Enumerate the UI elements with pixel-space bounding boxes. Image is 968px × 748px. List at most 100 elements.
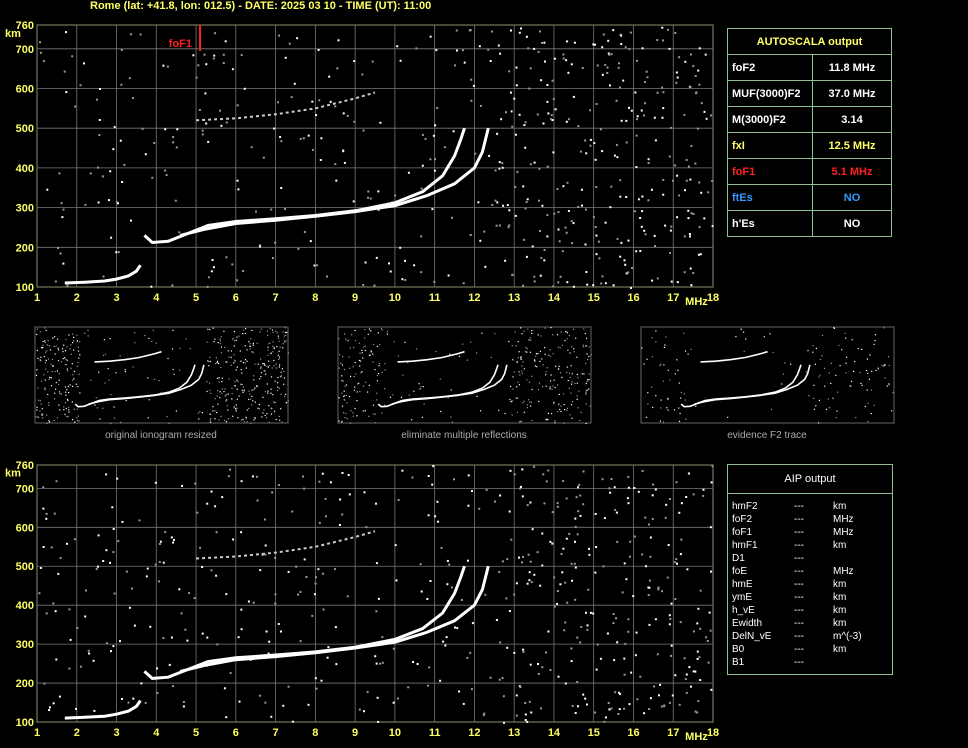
aip-value: --- [794, 592, 804, 603]
aip-unit: km [833, 605, 847, 616]
aip-label: h_vE [732, 605, 755, 616]
x-tick-label: 12 [468, 292, 480, 304]
y-tick-label: 500 [16, 561, 34, 573]
autoscala-label: foF1 [727, 158, 813, 185]
autoscala-label: foF2 [727, 54, 813, 81]
aip-unit: m^(-3) [833, 631, 862, 642]
aip-label: ymE [732, 592, 752, 603]
autoscala-value: 11.8 MHz [812, 54, 892, 81]
aip-label: B0 [732, 644, 745, 655]
aip-label: Ewidth [732, 618, 763, 629]
aip-label: hmF2 [732, 501, 758, 512]
x-tick-label: 14 [548, 727, 561, 739]
y-tick-label: 100 [16, 717, 34, 729]
y-tick-label: 400 [16, 600, 34, 612]
y-axis-label: km [5, 468, 21, 480]
aip-value: --- [794, 579, 804, 590]
x-tick-label: 4 [153, 727, 160, 739]
x-tick-label: 12 [468, 727, 480, 739]
y-tick-label: 100 [16, 282, 34, 294]
x-axis-label: MHz [685, 296, 708, 308]
x-tick-label: 7 [273, 727, 279, 739]
thumbnail-3 [640, 326, 895, 424]
aip-unit: km [833, 644, 847, 655]
autoscala-row: foF1 5.1 MHz [727, 158, 892, 185]
thumbnail-caption-eliminate: eliminate multiple reflections [401, 430, 527, 441]
x-tick-label: 3 [113, 727, 119, 739]
autoscala-value: 5.1 MHz [812, 158, 892, 185]
autoscala-value: 37.0 MHz [812, 80, 892, 107]
autoscala-value: NO [812, 184, 892, 211]
aip-label: foF2 [732, 514, 753, 525]
y-tick-label: 300 [16, 203, 34, 215]
y-tick-label: 700 [16, 483, 34, 495]
thumbnail-caption-evidence: evidence F2 trace [727, 430, 807, 441]
autoscala-row: M(3000)F2 3.14 [727, 106, 892, 133]
aip-value: --- [794, 514, 804, 525]
x-tick-label: 11 [429, 292, 441, 304]
x-axis-label: MHz [685, 731, 708, 743]
autoscala-row: ftEs NO [727, 184, 892, 211]
aip-unit: km [833, 540, 847, 551]
x-tick-label: 9 [352, 727, 358, 739]
aip-value: --- [794, 501, 804, 512]
aip-value: --- [794, 527, 804, 538]
autoscala-label: fxI [727, 132, 813, 159]
x-tick-label: 3 [113, 292, 119, 304]
x-tick-label: 15 [588, 727, 600, 739]
y-tick-label: 200 [16, 242, 34, 254]
x-tick-label: 2 [74, 292, 80, 304]
x-tick-label: 16 [627, 292, 639, 304]
y-tick-label: 400 [16, 163, 34, 175]
x-tick-label: 7 [273, 292, 279, 304]
autoscala-title: AUTOSCALA output [727, 28, 892, 55]
aip-label: DelN_vE [732, 631, 772, 642]
autoscala-label: ftEs [727, 184, 813, 211]
aip-value: --- [794, 644, 804, 655]
plot-area [36, 24, 714, 289]
thumbnail-caption-original: original ionogram resized [105, 430, 217, 441]
aip-value: --- [794, 618, 804, 629]
x-tick-label: 1 [34, 292, 40, 304]
x-tick-label: 9 [352, 292, 358, 304]
autoscala-value: 12.5 MHz [812, 132, 892, 159]
x-tick-label: 8 [312, 292, 318, 304]
x-tick-label: 13 [508, 727, 520, 739]
x-tick-label: 6 [233, 727, 239, 739]
aip-unit: MHz [833, 514, 854, 525]
aip-label: hmE [732, 579, 753, 590]
aip-unit: km [833, 592, 847, 603]
x-tick-label: 10 [389, 292, 401, 304]
aip-label: foF1 [732, 527, 753, 538]
aip-unit: km [833, 579, 847, 590]
x-tick-label: 10 [389, 727, 401, 739]
thumbnail-frame [337, 326, 592, 424]
aip-value: --- [794, 631, 804, 642]
aip-unit: km [833, 501, 847, 512]
autoscala-row: fxI 12.5 MHz [727, 132, 892, 159]
autoscala-value: NO [812, 210, 892, 237]
x-tick-label: 5 [193, 292, 199, 304]
x-tick-label: 11 [429, 727, 441, 739]
x-tick-label: 18 [707, 292, 719, 304]
aip-value: --- [794, 540, 804, 551]
y-tick-label: 700 [16, 44, 34, 56]
autoscala-row: foF2 11.8 MHz [727, 54, 892, 81]
aip-output-panel: AIP output hmF2 --- km foF2 --- MHz foF1 --- MHz… [727, 464, 893, 675]
aip-value: --- [794, 566, 804, 577]
x-tick-label: 1 [34, 727, 40, 739]
y-tick-label: 600 [16, 84, 34, 96]
autoscala-row: MUF(3000)F2 37.0 MHz [727, 80, 892, 107]
thumbnail-2 [337, 326, 592, 425]
thumbnail-1 [34, 326, 289, 425]
autoscala-label: h'Es [727, 210, 813, 237]
x-tick-label: 6 [233, 292, 239, 304]
aip-value: --- [794, 553, 804, 564]
y-tick-label: 500 [16, 123, 34, 135]
aip-unit: km [833, 618, 847, 629]
aip-label: B1 [732, 657, 745, 668]
x-tick-label: 4 [153, 292, 160, 304]
x-tick-label: 2 [74, 727, 80, 739]
x-tick-label: 5 [193, 727, 199, 739]
aip-ionogram-chart: 1 2 3 4 5 6 7 8 9 10 11 12 13 14 15 16 17 181002003004005… [5, 460, 719, 743]
